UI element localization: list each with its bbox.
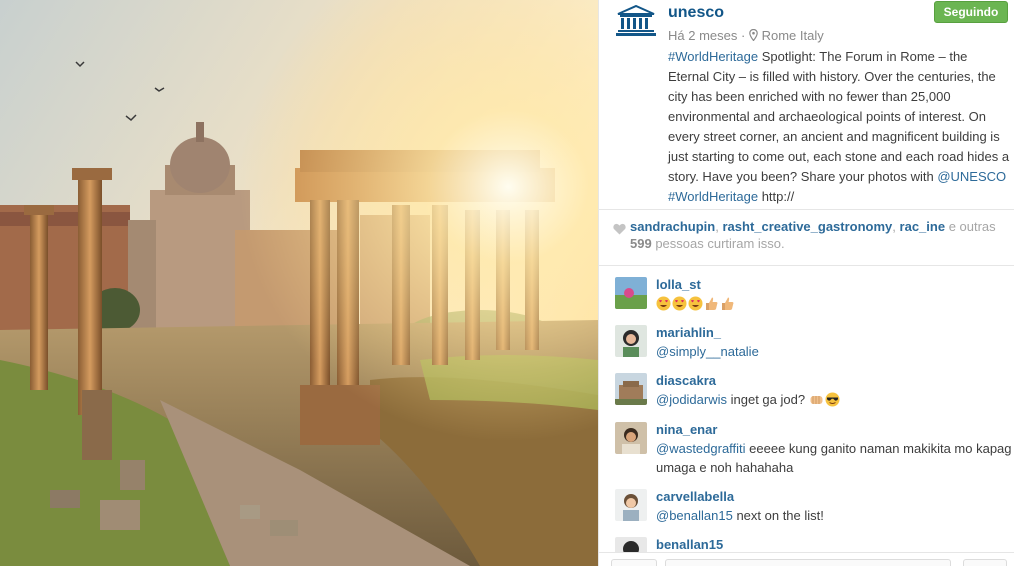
- likes-count[interactable]: 599: [630, 236, 652, 251]
- comment-mention[interactable]: @jodidarwis: [656, 392, 727, 407]
- fist-emoji: [810, 396, 823, 404]
- comment-item: diascakra @jodidarwis inget ga jod?: [599, 371, 1014, 409]
- comment-username[interactable]: benallan15: [656, 537, 723, 552]
- comment-item: carvellabella @benallan15 next on the li…: [599, 487, 1014, 525]
- commenter-avatar[interactable]: [615, 489, 647, 521]
- sunglasses-emoji: [825, 392, 840, 407]
- comment-username[interactable]: lolla_st: [656, 277, 701, 292]
- heart-icon[interactable]: [613, 223, 626, 235]
- roman-forum-photo: [0, 0, 598, 566]
- likes-separator: ,: [892, 219, 900, 234]
- likes-text: e outras: [945, 219, 996, 234]
- likes-summary: sandrachupin, rasht_creative_gastronomy,…: [599, 210, 1014, 266]
- more-options-button[interactable]: [963, 559, 1007, 566]
- post-meta: Há 2 meses · Rome Italy: [668, 28, 824, 43]
- comment-footer: [599, 552, 1014, 566]
- comment-mention[interactable]: @benallan15: [656, 508, 733, 523]
- comment-username[interactable]: carvellabella: [656, 489, 734, 504]
- comment-text: @jodidarwis inget ga jod?: [656, 390, 1014, 409]
- caption-text: Spotlight: The Forum in Rome – the Etern…: [668, 49, 1010, 184]
- comment-mention[interactable]: @simply__natalie: [656, 344, 759, 359]
- commenter-avatar[interactable]: [615, 537, 647, 552]
- caption-mention[interactable]: @UNESCO: [937, 169, 1006, 184]
- caption-hashtag[interactable]: #WorldHeritage: [668, 189, 758, 204]
- caption-hashtag[interactable]: #WorldHeritage: [668, 49, 758, 64]
- comment-text: @simply__natalie: [656, 342, 1014, 361]
- liker-link[interactable]: sandrachupin: [630, 219, 715, 234]
- comment-item: mariahlin_ @simply__natalie: [599, 323, 1014, 361]
- liker-link[interactable]: rasht_creative_gastronomy: [722, 219, 892, 234]
- unesco-logo[interactable]: [616, 4, 656, 37]
- comment-item: benallan15: [599, 535, 1014, 552]
- comment-text: @wastedgraffiti eeeee kung ganito naman …: [656, 439, 1014, 477]
- comment-text: @benallan15 next on the list!: [656, 506, 1014, 525]
- likes-text: pessoas curtiram isso.: [651, 236, 785, 251]
- comment-body: next on the list!: [732, 508, 824, 523]
- post-photo[interactable]: [0, 0, 598, 566]
- comment-input[interactable]: [665, 559, 951, 566]
- heart-eyes-emoji: [672, 296, 687, 311]
- comment-username[interactable]: nina_enar: [656, 422, 717, 437]
- comment-item: nina_enar @wastedgraffiti eeeee kung gan…: [599, 420, 1014, 477]
- meta-separator: ·: [741, 28, 746, 43]
- commenter-avatar[interactable]: [615, 277, 647, 309]
- commenter-avatar[interactable]: [615, 422, 647, 454]
- thumbs-up-emoji: [706, 297, 718, 310]
- post-time[interactable]: Há 2 meses: [668, 28, 737, 43]
- comment-username[interactable]: diascakra: [656, 373, 716, 388]
- commenter-avatar[interactable]: [615, 373, 647, 405]
- post-header: unesco Seguindo Há 2 meses · Rome Italy …: [599, 0, 1014, 210]
- thumbs-up-emoji: [722, 297, 734, 310]
- post-caption: #WorldHeritage Spotlight: The Forum in R…: [668, 47, 1010, 207]
- comment-username[interactable]: mariahlin_: [656, 325, 721, 340]
- following-button[interactable]: Seguindo: [934, 1, 1008, 23]
- location-pin-icon: [749, 29, 758, 41]
- commenter-avatar[interactable]: [615, 325, 647, 357]
- comment-text: [656, 294, 1014, 313]
- like-button[interactable]: [611, 559, 657, 566]
- heart-eyes-emoji: [656, 296, 671, 311]
- comment-mention[interactable]: @wastedgraffiti: [656, 441, 746, 456]
- post-details-panel: unesco Seguindo Há 2 meses · Rome Italy …: [598, 0, 1014, 566]
- comment-list[interactable]: lolla_st mariahlin_ @simply__natalie dia…: [599, 267, 1014, 552]
- comment-body: inget ga jod?: [727, 392, 809, 407]
- post-username[interactable]: unesco: [668, 4, 724, 22]
- comment-item: lolla_st: [599, 275, 1014, 313]
- heart-eyes-emoji: [688, 296, 703, 311]
- liker-link[interactable]: rac_ine: [900, 219, 946, 234]
- caption-text: http://: [758, 189, 795, 204]
- post-location[interactable]: Rome Italy: [762, 28, 824, 43]
